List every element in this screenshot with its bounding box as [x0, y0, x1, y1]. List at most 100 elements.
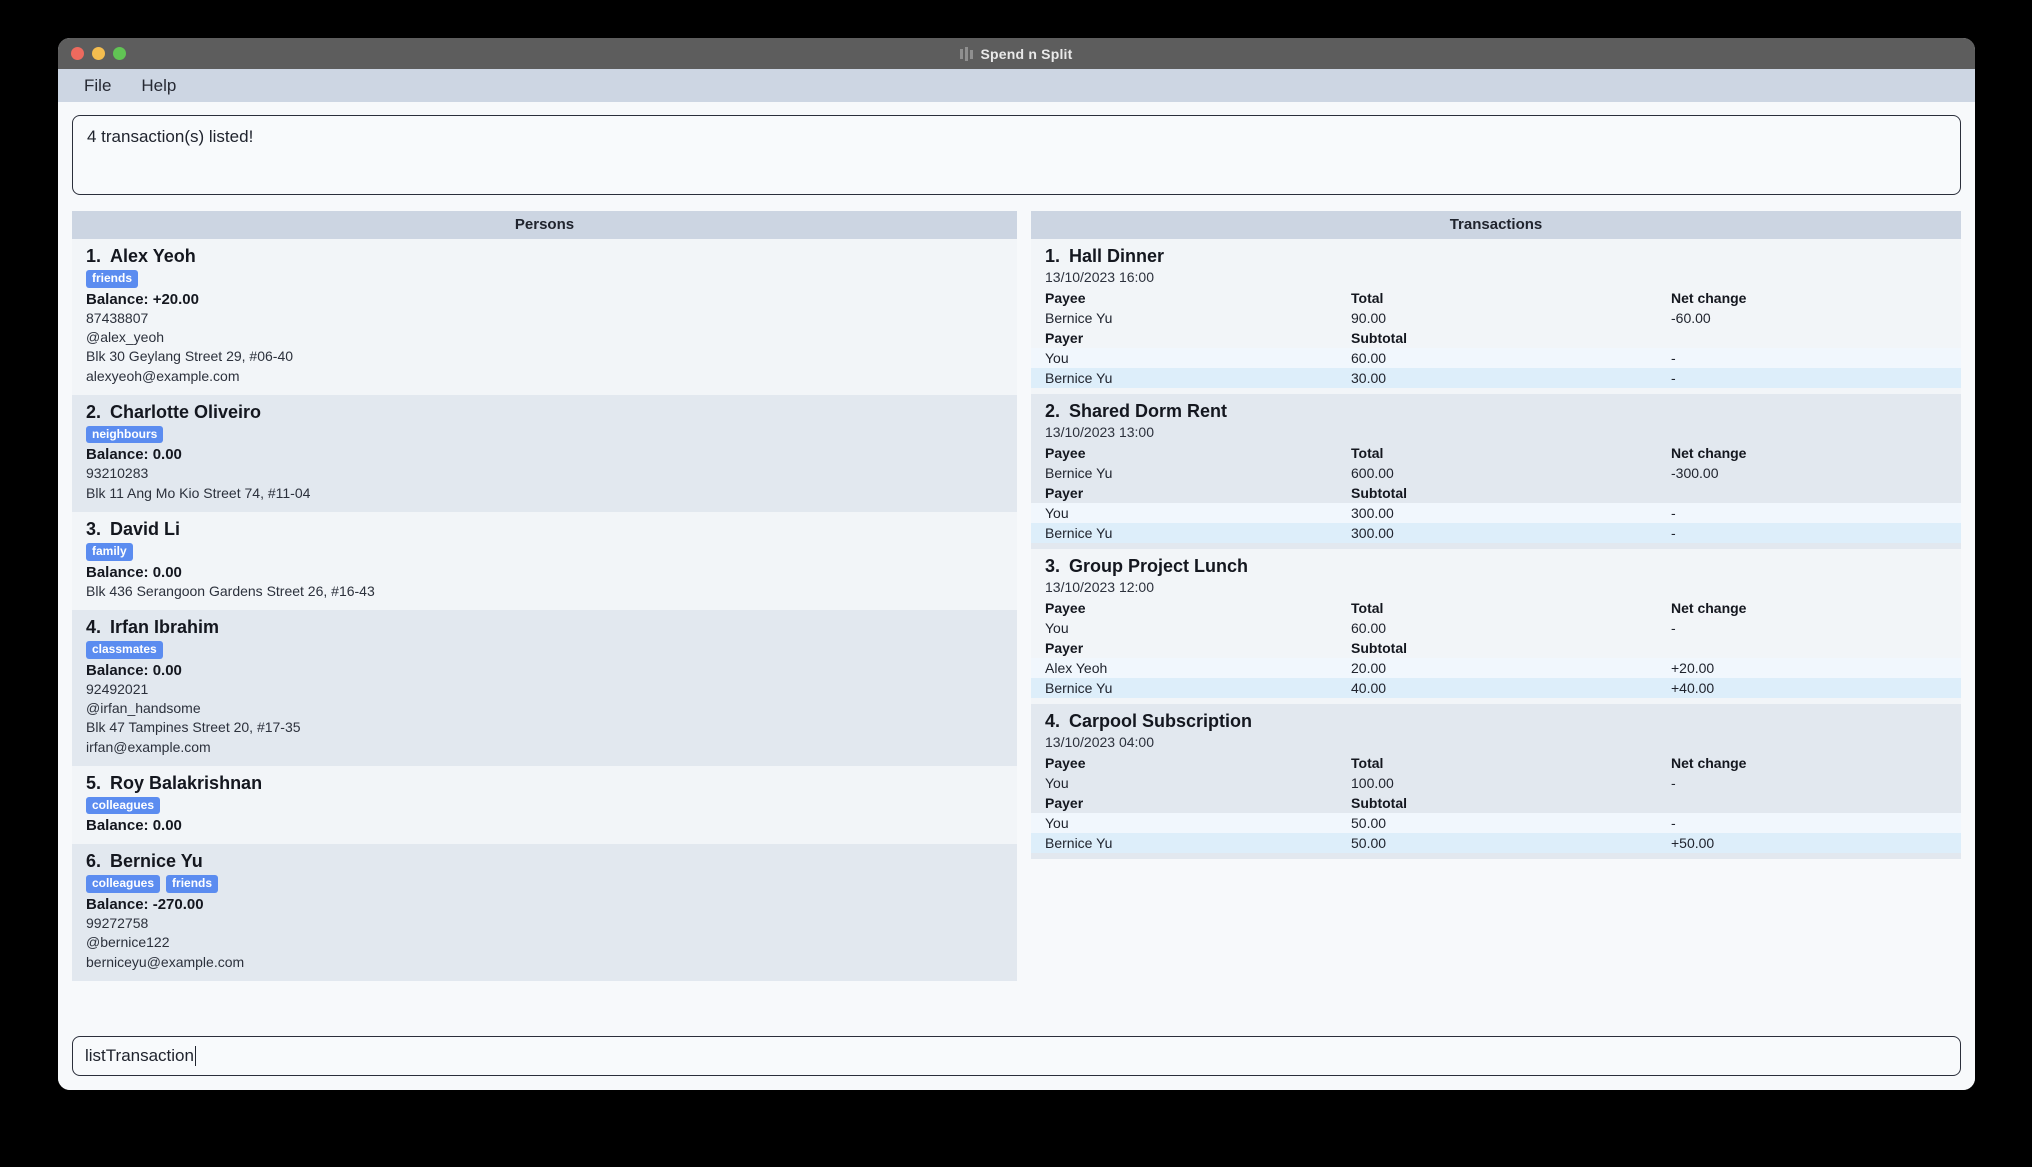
transaction-card[interactable]: 4. Carpool Subscription 13/10/2023 04:00 Pa… [1031, 704, 1961, 859]
transaction-index: 1. [1045, 246, 1061, 266]
person-tag-row: friends [86, 270, 1003, 288]
payer-row: Bernice Yu 40.00 +40.00 [1031, 678, 1961, 698]
payer-header-row: Payer Subtotal [1031, 483, 1961, 503]
command-input[interactable]: listTransaction [72, 1036, 1961, 1076]
payer-name: Bernice Yu [1045, 680, 1113, 696]
window-titlebar: Spend n Split [58, 38, 1975, 69]
transactions-panel: Transactions 1. Hall Dinner 13/10/2023 16:… [1031, 211, 1961, 1026]
person-tag: colleagues [86, 796, 161, 815]
payer-net-change: - [1671, 370, 1676, 386]
payer-net-change-column-header [1671, 638, 1961, 658]
person-card[interactable]: 5. Roy Balakrishnan colleagues Balance: 0.0… [72, 765, 1017, 845]
payee-column-header: Payee [1045, 755, 1086, 771]
payer-row: Alex Yeoh 20.00 +20.00 [1031, 658, 1961, 678]
payer-net-change: - [1671, 350, 1676, 366]
person-index: 1. [86, 246, 102, 266]
payee-header-row: Payee Total Net change [1031, 288, 1961, 308]
subtotal-column-header: Subtotal [1351, 795, 1407, 811]
transaction-datetime: 13/10/2023 13:00 [1045, 424, 1154, 440]
transaction-table: Payee Total Net change Bernice Yu 600.00 -300… [1031, 443, 1961, 543]
person-detail: Blk 436 Serangoon Gardens Street 26, #16… [86, 582, 375, 599]
payer-net-change: - [1671, 525, 1676, 541]
person-card[interactable]: 6. Bernice Yu colleagues friends Balance: -2… [72, 844, 1017, 981]
payer-column-header: Payer [1045, 330, 1084, 346]
transaction-card[interactable]: 1. Hall Dinner 13/10/2023 16:00 Payee Total N… [1031, 239, 1961, 394]
person-detail: Blk 30 Geylang Street 29, #06-40 [86, 348, 294, 365]
transaction-table: Payee Total Net change You 60.00 - Payer Subtot… [1031, 598, 1961, 698]
payer-net-change-column-header [1671, 483, 1961, 503]
person-card[interactable]: 1. Alex Yeoh friends Balance: +20.00 8743880… [72, 239, 1017, 395]
payee-total: 60.00 [1351, 620, 1387, 636]
minimize-window-button[interactable] [92, 47, 105, 60]
subtotal-column-header: Subtotal [1351, 330, 1407, 346]
person-name: 5. Roy Balakrishnan [86, 772, 263, 793]
payee-row: Bernice Yu 600.00 -300.00 [1031, 463, 1961, 483]
payer-name: Alex Yeoh [1045, 660, 1108, 676]
payer-net-change: - [1671, 815, 1676, 831]
transaction-card[interactable]: 2. Shared Dorm Rent 13/10/2023 13:00 Payee T… [1031, 394, 1961, 549]
person-index: 6. [86, 851, 102, 872]
person-tag: family [86, 543, 133, 561]
payer-row: You 60.00 - [1031, 348, 1961, 368]
payer-net-change: +20.00 [1671, 660, 1715, 676]
total-column-header: Total [1351, 290, 1384, 306]
payer-header-row: Payer Subtotal [1031, 638, 1961, 658]
payer-name: You [1045, 815, 1069, 831]
transactions-panel-header: Transactions [1031, 211, 1961, 239]
net-change-column-header: Net change [1671, 755, 1747, 771]
payer-net-change-column-header [1671, 328, 1961, 348]
transaction-name: 3. Group Project Lunch [1045, 556, 1249, 576]
close-window-button[interactable] [71, 47, 84, 60]
transaction-datetime: 13/10/2023 04:00 [1045, 734, 1154, 750]
window-body: 4 transaction(s) listed! Persons 1. Alex … [58, 102, 1975, 1026]
person-detail: @irfan_handsome [86, 699, 201, 716]
payer-row: You 50.00 - [1031, 813, 1961, 833]
app-window: Spend n Split File Help 4 transaction(s)… [58, 38, 1975, 1090]
net-change-column-header: Net change [1671, 445, 1747, 461]
menu-item-help[interactable]: Help [129, 74, 188, 98]
payer-row: You 300.00 - [1031, 503, 1961, 523]
person-tag: friends [86, 270, 139, 288]
person-balance: Balance: 0.00 [86, 446, 182, 464]
payee-name: You [1045, 620, 1069, 636]
total-column-header: Total [1351, 755, 1384, 771]
person-detail: Blk 47 Tampines Street 20, #17-35 [86, 719, 301, 736]
persons-list[interactable]: 1. Alex Yeoh friends Balance: +20.00 8743880… [72, 239, 1017, 1026]
payer-row: Bernice Yu 50.00 +50.00 [1031, 833, 1961, 853]
person-tag-row: classmates [86, 640, 1003, 659]
payer-row: Bernice Yu 30.00 - [1031, 368, 1961, 388]
maximize-window-button[interactable] [113, 47, 126, 60]
person-balance: Balance: 0.00 [86, 563, 182, 581]
transaction-table: Payee Total Net change You 100.00 - Payer Subto… [1031, 753, 1961, 853]
person-card[interactable]: 3. David Li family Balance: 0.00 Blk 436 Ser… [72, 512, 1017, 610]
transaction-card[interactable]: 3. Group Project Lunch 13/10/2023 12:00 Pay… [1031, 549, 1961, 704]
person-tag-row: neighbours [86, 425, 1003, 444]
person-tag-row: family [86, 543, 1003, 561]
payee-header-row: Payee Total Net change [1031, 598, 1961, 618]
payer-subtotal: 50.00 [1351, 815, 1387, 831]
transaction-index: 3. [1045, 556, 1061, 576]
panels-container: Persons 1. Alex Yeoh friends Balance: +20.0… [72, 211, 1961, 1026]
payee-net-change: - [1671, 775, 1676, 791]
payee-name: Bernice Yu [1045, 310, 1113, 326]
person-card[interactable]: 4. Irfan Ibrahim classmates Balance: 0.00 92… [72, 609, 1017, 766]
menu-item-file[interactable]: File [72, 74, 123, 98]
transaction-index: 2. [1045, 401, 1061, 421]
person-tag-row: colleagues [86, 796, 1003, 815]
payee-net-change: -300.00 [1671, 465, 1719, 481]
person-tag: friends [166, 875, 219, 893]
transactions-list[interactable]: 1. Hall Dinner 13/10/2023 16:00 Payee Total N… [1031, 239, 1961, 1026]
text-caret [194, 1046, 197, 1066]
payee-row: You 100.00 - [1031, 773, 1961, 793]
payee-column-header: Payee [1045, 445, 1086, 461]
payee-column-header: Payee [1045, 600, 1086, 616]
payer-net-change: - [1671, 505, 1676, 521]
result-display: 4 transaction(s) listed! [72, 115, 1961, 195]
net-change-column-header: Net change [1671, 600, 1747, 616]
person-detail: @alex_yeoh [86, 328, 165, 345]
person-card[interactable]: 2. Charlotte Oliveiro neighbours Balance: 0… [72, 394, 1017, 513]
transaction-table: Payee Total Net change Bernice Yu 90.00 -60.0… [1031, 288, 1961, 388]
payee-row: You 60.00 - [1031, 618, 1961, 638]
transaction-name: 2. Shared Dorm Rent [1045, 401, 1228, 421]
person-detail: 92492021 [86, 680, 149, 697]
